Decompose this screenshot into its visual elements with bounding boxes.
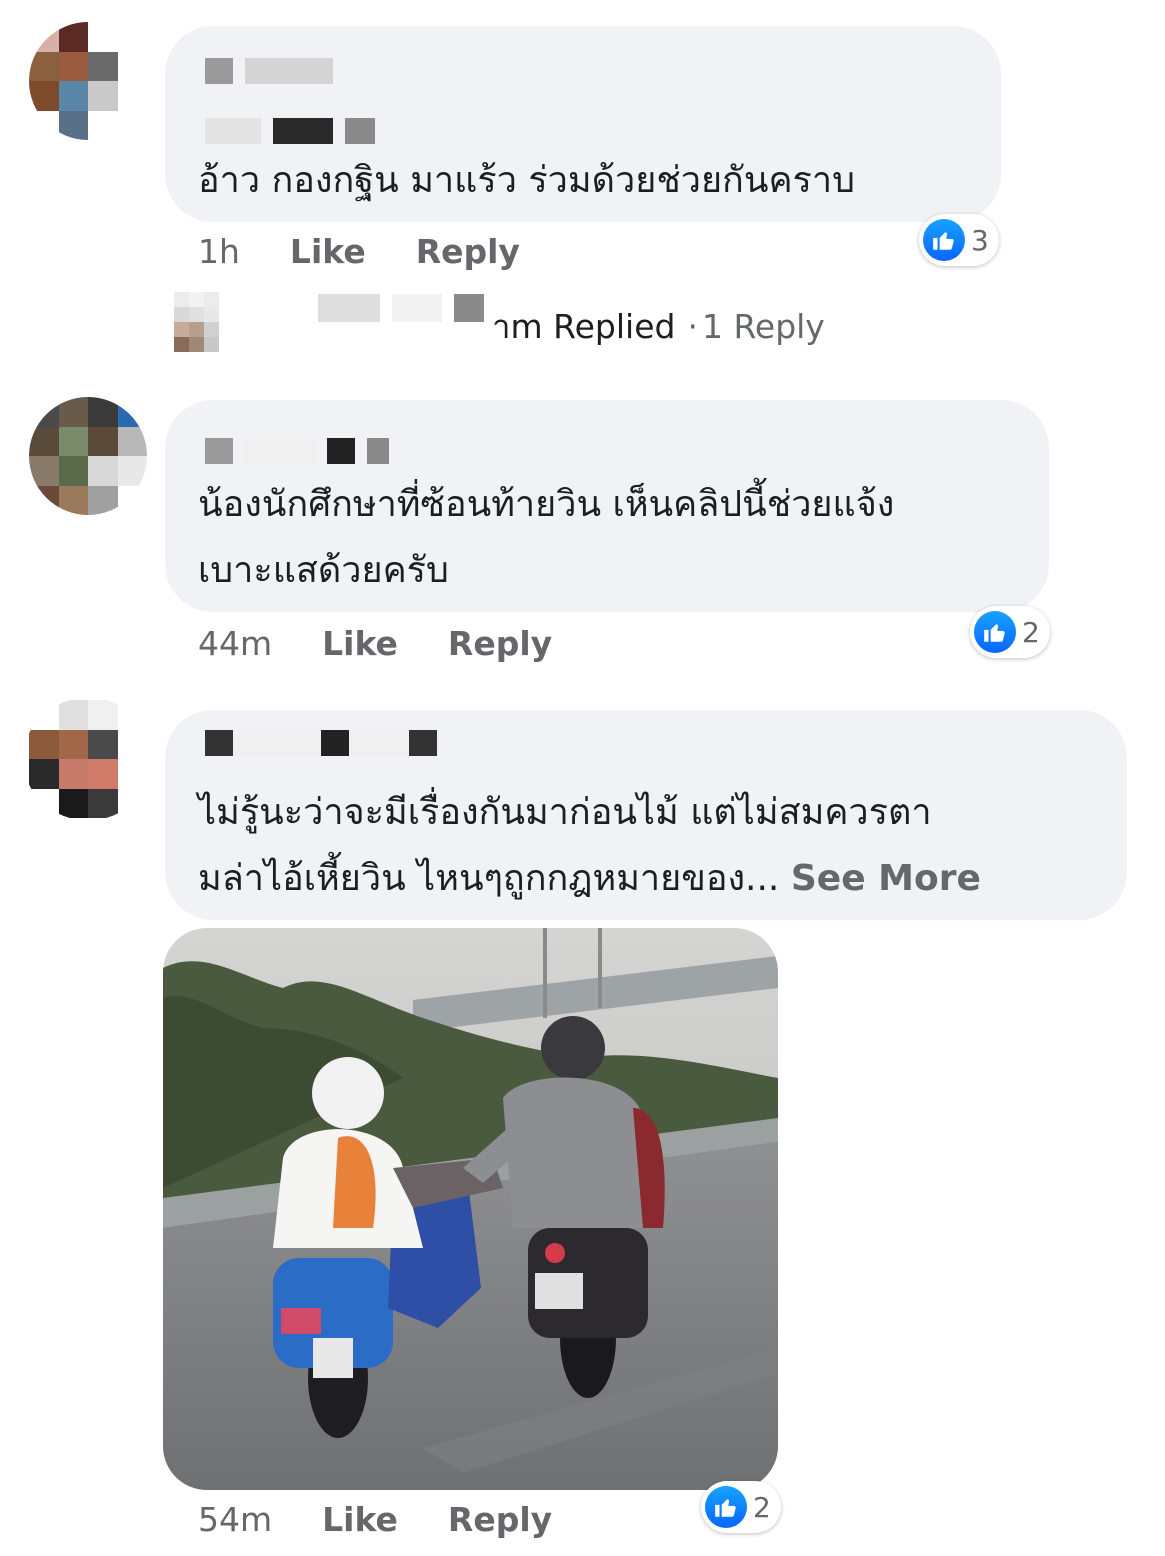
reply-summary-text: าm Replied (492, 307, 676, 346)
commenter-avatar[interactable] (29, 700, 147, 818)
comment-text: อ้าว กองกฐิน มาแร้ว ร่วมด้วยช่วยกันคราบ (198, 160, 855, 201)
reply-summary[interactable]: าm Replied · 1 Reply (492, 300, 825, 353)
reaction-count: 2 (753, 1490, 771, 1524)
comment-actions: 1h Like Reply (198, 232, 570, 271)
like-thumb-icon (974, 611, 1016, 653)
comment-attached-photo[interactable] (163, 928, 778, 1490)
like-thumb-icon (705, 1486, 747, 1528)
comment-actions: 54m Like Reply (198, 1500, 602, 1539)
commenter-avatar[interactable] (29, 397, 147, 515)
commenter-name-blurred[interactable] (205, 730, 437, 756)
reply-button[interactable]: Reply (448, 1500, 552, 1539)
like-button[interactable]: Like (322, 624, 398, 663)
motorcycle-photo-image (163, 928, 778, 1490)
like-button[interactable]: Like (290, 232, 366, 271)
commenter-name-blurred[interactable] (205, 438, 389, 464)
comment-time[interactable]: 1h (198, 232, 240, 271)
reaction-badge[interactable]: 2 (701, 1481, 781, 1533)
replier-name-blurred[interactable] (318, 294, 484, 322)
commenter-name-blurred (205, 118, 375, 144)
reaction-badge[interactable]: 3 (919, 214, 999, 266)
comment-text: มล่าไอ้เหี้ยวิน ไหนๆถูกกฎหมายของ... See … (198, 846, 981, 912)
reaction-count: 2 (1022, 615, 1040, 649)
view-replies-link[interactable]: 1 Reply (702, 307, 825, 346)
comment-text: น้องนักศึกษาที่ซ้อนท้ายวิน เห็นคลิปนี้ช่… (198, 484, 895, 525)
reaction-count: 3 (971, 223, 989, 257)
replier-avatar[interactable] (174, 292, 234, 352)
see-more-link[interactable]: See More (791, 858, 981, 899)
comment-time[interactable]: 54m (198, 1500, 272, 1539)
comment-text: ไม่รู้นะว่าจะมีเรื่องกันมาก่อนไม้ แต่ไม่… (198, 792, 932, 833)
reaction-badge[interactable]: 2 (970, 606, 1050, 658)
commenter-avatar[interactable] (29, 22, 147, 140)
comment-text-truncated: มล่าไอ้เหี้ยวิน ไหนๆถูกกฎหมายของ... (198, 858, 780, 899)
commenter-name-blurred[interactable] (205, 58, 333, 84)
reply-summary-separator: · (687, 307, 698, 346)
comment-time[interactable]: 44m (198, 624, 272, 663)
like-thumb-icon (923, 219, 965, 261)
reply-button[interactable]: Reply (416, 232, 520, 271)
reply-button[interactable]: Reply (448, 624, 552, 663)
comment-text: เบาะแสด้วยครับ (198, 550, 449, 591)
like-button[interactable]: Like (322, 1500, 398, 1539)
comment-actions: 44m Like Reply (198, 624, 602, 663)
